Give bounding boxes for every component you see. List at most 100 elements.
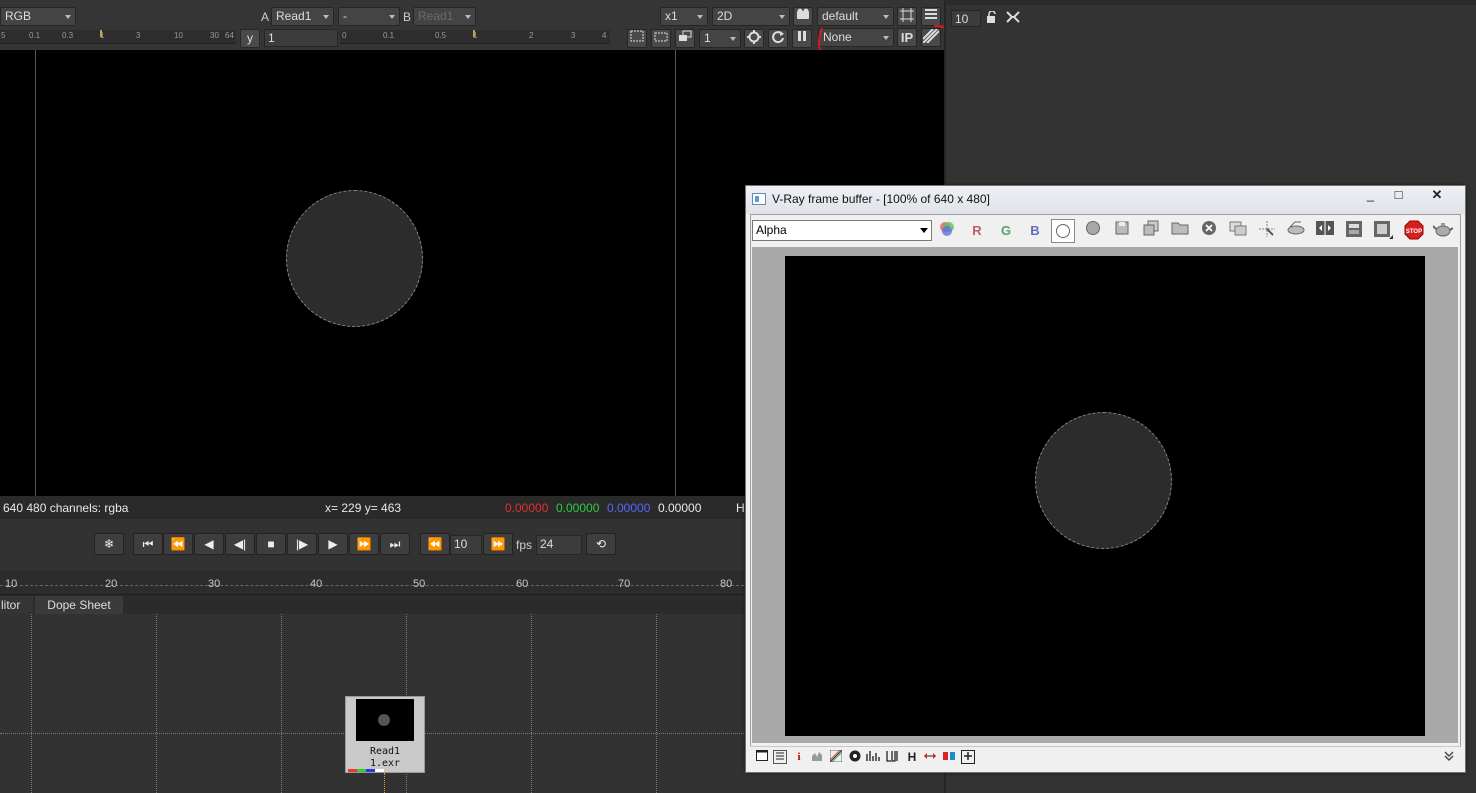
zoom-dropdown[interactable]: x1 [660, 7, 708, 26]
vray-render-image[interactable] [785, 256, 1425, 736]
pixel-a: 0.00000 [658, 501, 702, 515]
gain-tick: 0.3 [62, 31, 74, 40]
step-forward-icon[interactable]: ▶ [318, 533, 348, 555]
duplicate-icon[interactable] [1227, 220, 1249, 242]
red-channel-button[interactable]: R [966, 220, 988, 242]
stereo-icon[interactable] [942, 750, 956, 764]
rgb-channels-icon[interactable] [936, 220, 958, 242]
clear-image-icon[interactable] [1198, 220, 1220, 242]
stop-render-icon[interactable]: STOP [1403, 220, 1425, 242]
proxy-icon[interactable] [675, 29, 695, 48]
channel-dropdown[interactable]: RGB [0, 7, 76, 26]
ocio-icon[interactable] [961, 750, 975, 764]
prev-keyframe-icon[interactable]: ⏪ [163, 533, 193, 555]
fps-field[interactable]: 24 [536, 535, 582, 555]
last-frame-icon[interactable]: ⏭ [380, 533, 410, 555]
skip-forward-icon[interactable]: ⏩ [483, 533, 513, 555]
pixel-r: 0.00000 [505, 501, 549, 515]
gamma-slider[interactable]: 0 0.1 0.5 1 2 3 4 [340, 30, 610, 44]
close-panels-icon[interactable] [1006, 11, 1020, 26]
timeline-tick: 40 [310, 578, 323, 590]
properties-top-strip [946, 0, 1476, 5]
roi-icon[interactable] [651, 29, 671, 48]
open-folder-icon[interactable] [1169, 220, 1191, 242]
pixel-aspect-icon[interactable] [923, 750, 937, 764]
properties-icon[interactable] [773, 750, 787, 764]
a-input-dropdown[interactable]: Read1 [271, 7, 334, 26]
gamma-tick: 4 [602, 31, 607, 40]
read-node-file: 1.exr [369, 758, 401, 769]
view-mode-dropdown[interactable]: 2D [712, 7, 790, 26]
timeline-tick: 10 [5, 578, 18, 590]
render-region-icon[interactable] [1285, 220, 1307, 242]
gain-marker [100, 30, 102, 37]
timeline-tick: 20 [105, 578, 118, 590]
thumbnail-sphere [378, 714, 390, 726]
stop-icon[interactable]: ■ [256, 533, 286, 555]
format-left-edge [35, 50, 36, 496]
track-mouse-icon[interactable] [1256, 220, 1278, 242]
exposure-icon[interactable] [848, 750, 862, 764]
compare-ab-icon[interactable] [1314, 220, 1336, 242]
next-keyframe-icon[interactable]: ⏩ [349, 533, 379, 555]
gamma-toggle-button[interactable]: y [240, 29, 260, 48]
histogram-icon[interactable] [866, 750, 880, 764]
compare-operation-dropdown[interactable]: - [338, 7, 400, 26]
gamma-tick: 0 [342, 31, 347, 40]
window-icon[interactable] [755, 750, 769, 764]
b-input-dropdown[interactable]: Read1 [413, 7, 476, 26]
skip-back-icon[interactable]: ⏪ [420, 533, 450, 555]
gain-slider[interactable]: 5 0.1 0.3 1 3 10 30 64 [0, 30, 236, 44]
read-node[interactable]: Read1 1.exr [345, 696, 425, 773]
vray-channel-dropdown[interactable]: Alpha [752, 220, 932, 241]
vray-rendered-sphere [1035, 412, 1172, 549]
green-channel-button[interactable]: G [995, 220, 1017, 242]
pause-icon[interactable] [792, 29, 812, 48]
a-input-label: A [261, 10, 270, 24]
frame-field[interactable]: 10 [450, 535, 482, 555]
render-teapot-icon[interactable] [1432, 220, 1454, 242]
maximize-button[interactable]: □ [1385, 186, 1412, 206]
first-frame-icon[interactable]: ⏮ [133, 533, 163, 555]
grid-line [31, 614, 32, 793]
expand-chevron-icon[interactable] [1442, 750, 1456, 764]
history-icon[interactable] [1343, 220, 1365, 242]
vray-channel-value: Alpha [756, 223, 787, 237]
tab-node-graph[interactable]: litor [0, 596, 33, 614]
lens-effects-icon[interactable] [1372, 220, 1394, 242]
fps-label: fps [516, 538, 533, 552]
gamma-value-field[interactable]: 1 [264, 29, 338, 47]
timeline-tick: 80 [720, 578, 733, 590]
minimize-button[interactable]: _ [1357, 186, 1384, 206]
alpha-channel-button[interactable] [1051, 219, 1075, 243]
save-icon[interactable] [1111, 220, 1133, 242]
timeline-tick: 70 [618, 578, 631, 590]
blue-channel-button[interactable]: B [1024, 220, 1046, 242]
region-icon[interactable] [627, 29, 647, 48]
gamma-tick: 3 [571, 31, 576, 40]
max-panels-field[interactable]: 10 [951, 10, 981, 27]
grid-line [281, 614, 282, 793]
save-all-icon[interactable] [1140, 220, 1162, 242]
close-button[interactable]: ✕ [1413, 186, 1461, 206]
timeline-tick: 60 [516, 578, 529, 590]
step-back-icon[interactable]: ◀ [194, 533, 224, 555]
mono-icon[interactable] [1082, 220, 1104, 242]
refresh-icon[interactable] [768, 29, 788, 48]
loop-icon[interactable]: ⟲ [586, 533, 616, 555]
tab-dope-sheet[interactable]: Dope Sheet [35, 596, 123, 614]
gain-tick: 30 [210, 31, 219, 40]
proxy-dropdown[interactable]: 1 [699, 29, 741, 48]
lut-icon[interactable] [886, 750, 900, 764]
info-icon[interactable]: i [792, 750, 806, 764]
curve-icon[interactable] [829, 749, 843, 764]
play-forward-icon[interactable]: |▶ [287, 533, 317, 555]
center-icon[interactable] [744, 29, 764, 48]
hdr-icon[interactable]: H [905, 750, 919, 764]
snowflake-icon[interactable]: ❄ [94, 533, 124, 555]
play-backward-icon[interactable]: ◀| [225, 533, 255, 555]
levels-icon[interactable] [810, 750, 824, 764]
lock-icon[interactable] [986, 10, 998, 26]
gain-tick: 3 [136, 31, 141, 40]
gain-tick: 0.1 [29, 31, 41, 40]
